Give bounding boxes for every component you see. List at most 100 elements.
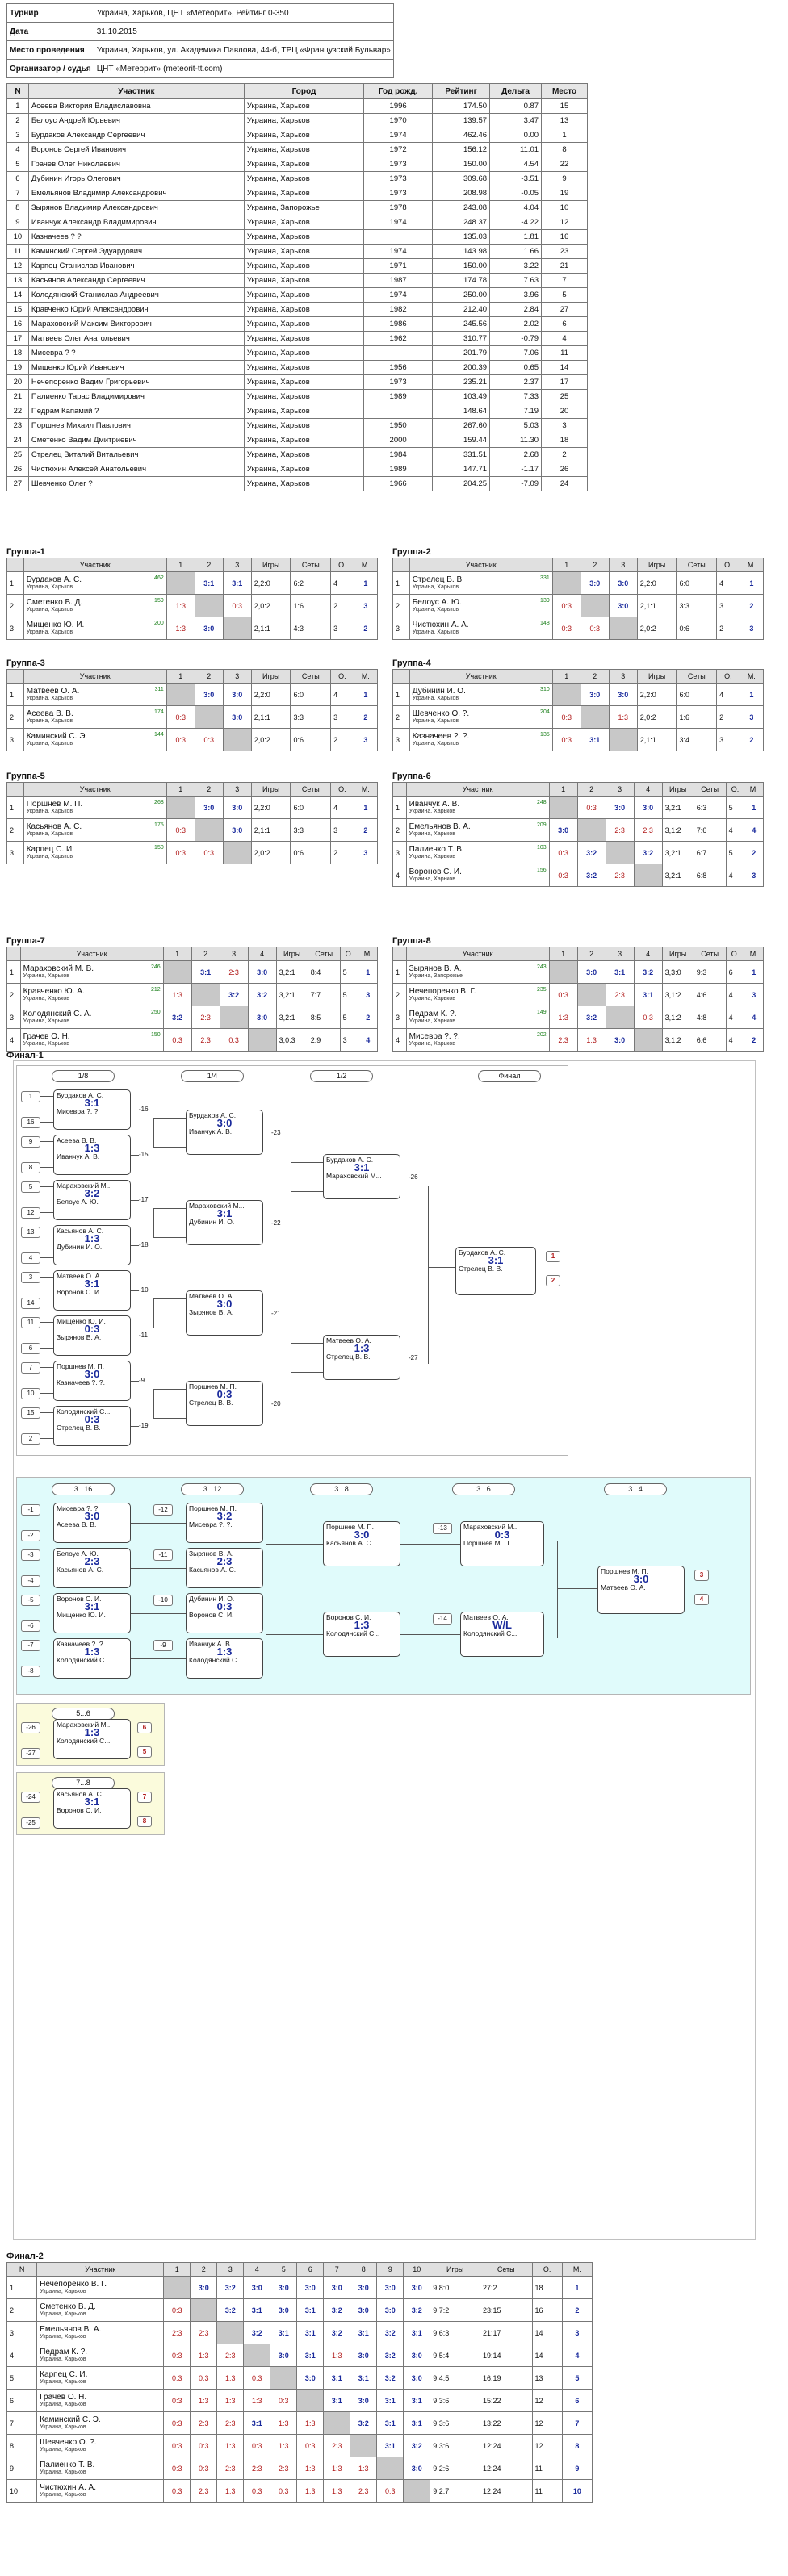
- player-name: Чистюхин А. А.: [412, 621, 469, 629]
- group-col-header: Участник: [23, 669, 167, 684]
- table-cell: 7.63: [489, 273, 543, 288]
- info-key: Дата: [6, 22, 94, 41]
- table-cell: 26: [541, 462, 588, 477]
- table-cell: 245.56: [432, 316, 491, 332]
- table-cell: 0.00: [489, 128, 543, 143]
- final2-result-cell: 3:1: [323, 2389, 351, 2412]
- loser-target: -27: [409, 1354, 418, 1361]
- player-name: Сметенко В. Д.: [26, 598, 83, 607]
- player-city: Украина, Харьков: [26, 831, 73, 837]
- group-col-header: [392, 947, 407, 961]
- loser-target: -11: [139, 1332, 148, 1339]
- player-city: Украина, Харьков: [40, 2447, 86, 2453]
- table-cell: 14: [541, 360, 588, 375]
- match-score: 3:2: [384, 2328, 396, 2337]
- match-score: 3:0: [304, 2283, 316, 2292]
- bracket-player-2: Касьянов А. С.: [326, 1539, 374, 1547]
- bracket-line: [131, 1426, 139, 1427]
- match-score: 3:0: [614, 803, 626, 812]
- group-result-cell: 0:3: [551, 594, 581, 617]
- table-cell: 25: [541, 389, 588, 404]
- player-city: Украина, Харьков: [26, 584, 73, 590]
- group-points: 4: [725, 864, 745, 887]
- match-score: 3:0: [384, 2306, 396, 2315]
- table-cell: 17: [6, 331, 29, 346]
- final2-player-cell: Педрам К. ?. Украина, Харьков: [36, 2344, 165, 2367]
- group-place: 3: [353, 728, 379, 751]
- lower-round-label: 3...8: [310, 1483, 373, 1495]
- group-games: 2,2:0: [250, 683, 291, 706]
- group-col-header: 2: [194, 782, 224, 797]
- loser-target: -10: [139, 1286, 149, 1294]
- table-cell: 5.03: [489, 418, 543, 433]
- group-place: 3: [744, 864, 764, 887]
- bracket-score: 3:0: [633, 1573, 649, 1585]
- table-cell: 2.84: [489, 302, 543, 317]
- table-row: 19 Мищенко Юрий Иванович Украина, Харьков 1…: [6, 360, 588, 375]
- match-score: 1:3: [224, 2373, 236, 2382]
- group-sets: 1:6: [676, 705, 718, 729]
- final2-result-cell: [323, 2411, 351, 2435]
- info-key: Организатор / судья: [6, 59, 94, 78]
- match-score: 3:1: [331, 2373, 342, 2382]
- info-value: Украина, Харьков, ЦНТ «Метеорит», Рейтин…: [93, 3, 394, 23]
- table-cell: Кравченко Юрий Александрович: [27, 302, 245, 317]
- match-score: 0:3: [198, 2464, 209, 2473]
- player-name: Казначеев ?. ?.: [412, 732, 470, 741]
- group-points: 3: [339, 1028, 359, 1052]
- group-col-header: 4: [633, 947, 663, 961]
- group-place: 1: [353, 571, 379, 595]
- match-score: 1:3: [175, 601, 186, 610]
- group-title: Группа-2: [392, 547, 431, 557]
- player-city: Украина, Харьков: [23, 1041, 70, 1047]
- final2-row: 6 Грачев О. Н. Украина, Харьков 0:3 1:3 1:3 1:…: [6, 2389, 593, 2412]
- players-col-header: Участник: [27, 83, 245, 99]
- table-cell: 24: [6, 433, 29, 448]
- group-result-cell: 3:0: [605, 796, 635, 819]
- bracket-line: [266, 1634, 323, 1635]
- match-score: 3:0: [331, 2283, 342, 2292]
- group-result-cell: 3:1: [222, 571, 252, 595]
- match-score: 0:3: [561, 713, 572, 721]
- group-col-header: Участник: [409, 558, 553, 572]
- table-cell: 7: [6, 186, 29, 201]
- match-score: 0:3: [558, 871, 568, 880]
- group-col-header: 1: [166, 782, 195, 797]
- bracket-score: 3:1: [216, 1207, 233, 1219]
- final2-result-cell: 0:3: [163, 2366, 191, 2390]
- player-name: Мараховский М. В.: [23, 964, 94, 973]
- group-result-cell: 3:1: [580, 728, 610, 751]
- info-row: Место проведения Украина, Харьков, ул. Ак…: [6, 40, 394, 60]
- table-cell: Дубинин Игорь Олегович: [27, 171, 245, 186]
- final2-games: 9,3:6: [430, 2434, 480, 2457]
- group-col-header: 2: [576, 947, 606, 961]
- lower-r4-match: Матвеев О. А. W/L Колодянский С...: [460, 1612, 544, 1657]
- table-cell: 2: [541, 447, 588, 462]
- match-score: 3:1: [411, 2396, 422, 2405]
- table-cell: -1.17: [489, 462, 543, 477]
- group-row-number: 3: [392, 728, 410, 751]
- final2-result-cell: 3:1: [350, 2321, 378, 2344]
- table-cell: 1996: [363, 98, 434, 114]
- group-result-cell: 3:0: [222, 818, 252, 842]
- group-sets: 3:3: [290, 705, 332, 729]
- bracket-line: [428, 1186, 429, 1364]
- group-row: 3 135 Казначеев ?. ?. Украина, Харьков 0:3 3:…: [392, 728, 765, 751]
- final2-points: 12: [531, 2434, 563, 2457]
- player-city: Украина, Харьков: [409, 854, 456, 859]
- final2-result-cell: 3:0: [350, 2344, 378, 2367]
- player-name: Мисевра ?. ?.: [409, 1032, 460, 1041]
- final2-result-cell: 3:2: [323, 2298, 351, 2322]
- player-rating: 250: [150, 1010, 161, 1015]
- group-col-header: Игры: [636, 558, 677, 572]
- group-sets: 7:6: [693, 818, 727, 842]
- final2-games: 9,4:5: [430, 2366, 480, 2390]
- table-cell: Иванчук Александр Владимирович: [27, 215, 245, 230]
- match-score: 2:3: [614, 990, 625, 999]
- table-cell: 200.39: [432, 360, 491, 375]
- final2-col-header: 4: [243, 2262, 271, 2277]
- table-row: 1 Асеева Виктория Владиславовна Украина, Х…: [6, 98, 588, 114]
- group-result-cell: 1:3: [166, 617, 195, 640]
- group-sets: 2:9: [307, 1028, 341, 1052]
- group-result-cell: 1:3: [548, 1006, 578, 1029]
